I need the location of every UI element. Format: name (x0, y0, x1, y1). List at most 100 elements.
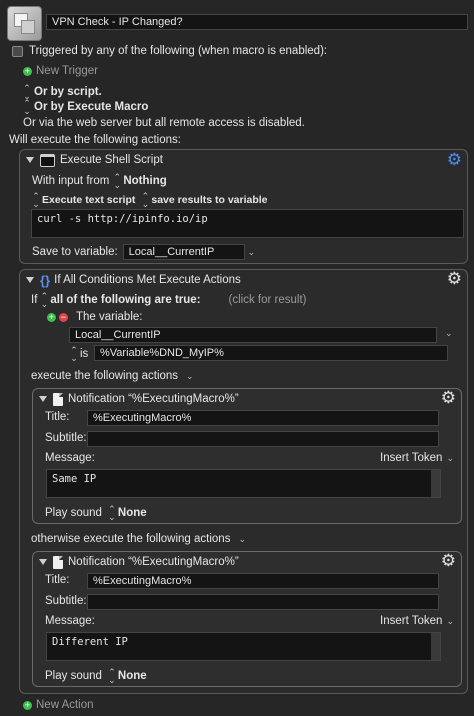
chevron-down-icon[interactable]: ⌄ (238, 534, 246, 545)
if-label: If (31, 294, 38, 306)
variable-name-field[interactable]: Local__CurrentIP (69, 327, 437, 343)
execute-following-label: execute the following actions (31, 370, 179, 382)
save-results-popup[interactable]: save results to variable (151, 194, 267, 206)
if-conditions-action[interactable]: {} If All Conditions Met Execute Actions… (19, 269, 468, 694)
web-server-note: Or via the web server but all remote acc… (23, 117, 305, 129)
new-action-button[interactable]: + New Action (23, 699, 94, 711)
insert-token-button[interactable]: Insert Token ⌄ (380, 452, 454, 464)
disclosure-triangle[interactable] (39, 396, 47, 402)
insert-token-label: Insert Token (380, 615, 443, 627)
document-icon (53, 392, 63, 406)
is-value-field[interactable]: %Variable%DND_MyIP% (94, 345, 448, 361)
message-text: Same IP (52, 473, 97, 485)
shell-title: Execute Shell Script (60, 154, 163, 166)
click-for-result[interactable]: (click for result) (229, 294, 307, 306)
script-code: curl -s http://ipinfo.io/ip (37, 213, 208, 225)
title-field[interactable]: %ExecutingMacro% (87, 410, 439, 426)
message-editor[interactable]: Same IP (46, 469, 441, 498)
if-row: If ⌃ ⌄ all of the following are true: (cl… (31, 291, 307, 309)
macro-name-field[interactable]: VPN Check - IP Changed? (46, 14, 468, 30)
insert-token-button[interactable]: Insert Token ⌄ (380, 615, 454, 627)
updown-icon: ⌃ ⌄ (113, 172, 122, 190)
new-trigger-button[interactable]: + New Trigger (23, 65, 98, 77)
minus-icon[interactable]: − (59, 312, 68, 322)
document-icon (53, 555, 63, 569)
scrollbar[interactable] (431, 633, 440, 660)
braces-icon: {} (40, 272, 51, 288)
new-trigger-label: New Trigger (36, 65, 98, 77)
new-action-label: New Action (36, 699, 94, 711)
updown-icon: ⌃ ⌄ (32, 191, 40, 209)
disclosure-triangle[interactable] (26, 277, 34, 283)
actions-header: Will execute the following actions: (9, 134, 181, 146)
plus-icon: + (23, 65, 32, 76)
message-label: Message: (45, 615, 95, 627)
chevron-down-icon[interactable]: ⌄ (248, 247, 256, 258)
macro-icon[interactable] (7, 6, 42, 41)
is-row: ⌃ ⌄ is (70, 345, 88, 363)
chevron-down-icon[interactable]: ⌄ (186, 371, 194, 382)
title-label: Title: (45, 574, 70, 586)
message-text: Different IP (52, 636, 128, 648)
or-by-script-row[interactable]: ⌃ ⌄ Or by script. (23, 84, 102, 101)
message-label: Message: (45, 452, 95, 464)
triggered-checkbox[interactable] (12, 45, 23, 57)
notification-action-1[interactable]: Notification “%ExecutingMacro%” ⚙ Title:… (32, 388, 462, 524)
play-sound-label: Play sound (45, 670, 102, 682)
condition-row: + − The variable: (47, 311, 142, 323)
save-to-label: Save to variable: (32, 246, 118, 258)
save-to-row: Save to variable: Local__CurrentIP ⌄ (32, 244, 255, 260)
chevron-down-icon: ⌄ (446, 452, 454, 463)
plus-icon[interactable]: + (47, 312, 56, 322)
otherwise-label: otherwise execute the following actions (31, 533, 231, 545)
with-input-label: With input from (32, 175, 110, 187)
chevron-down-icon[interactable]: ⌄ (445, 328, 453, 339)
disclosure-triangle[interactable] (39, 559, 47, 565)
triggered-by-row: Triggered by any of the following (when … (12, 45, 327, 57)
with-input-row: With input from ⌃ ⌄ Nothing (32, 172, 167, 190)
gear-icon[interactable]: ⚙ (447, 270, 462, 287)
execute-following-row[interactable]: execute the following actions ⌄ (31, 370, 194, 382)
gear-icon[interactable]: ⚙ (441, 389, 456, 406)
variable-label: The variable: (76, 311, 143, 323)
is-popup[interactable]: is (80, 348, 88, 360)
or-by-execute-row[interactable]: ⌃ ⌄ Or by Execute Macro (23, 98, 149, 116)
title-label: Title: (45, 411, 70, 423)
gear-icon[interactable]: ⚙ (441, 552, 456, 569)
play-sound-label: Play sound (45, 507, 102, 519)
updown-icon: ⌃ ⌄ (40, 291, 49, 309)
updown-icon: ⌃ ⌄ (23, 98, 31, 116)
subtitle-field[interactable] (87, 594, 439, 610)
play-sound-row: Play sound ⌃ ⌄ None (45, 667, 147, 685)
script-editor[interactable]: curl -s http://ipinfo.io/ip (31, 209, 464, 238)
or-by-script-label: Or by script. (34, 86, 102, 98)
scrollbar[interactable] (431, 470, 440, 497)
subtitle-label: Subtitle: (45, 432, 87, 444)
updown-icon: ⌃ ⌄ (141, 191, 150, 209)
save-to-variable-field[interactable]: Local__CurrentIP (122, 244, 245, 260)
gear-icon[interactable]: ⚙ (447, 151, 462, 168)
shell-script-action[interactable]: Execute Shell Script ⚙ With input from ⌃… (19, 149, 468, 264)
updown-icon: ⌃ ⌄ (108, 504, 116, 522)
updown-icon: ⌃ ⌄ (108, 667, 116, 685)
execute-text-popup[interactable]: Execute text script (42, 194, 135, 206)
notification-title: Notification “%ExecutingMacro%” (68, 556, 239, 568)
with-input-popup[interactable]: Nothing (123, 175, 166, 187)
otherwise-row[interactable]: otherwise execute the following actions … (31, 533, 246, 545)
disclosure-triangle[interactable] (26, 157, 34, 163)
play-sound-popup[interactable]: None (118, 670, 147, 682)
or-by-execute-label: Or by Execute Macro (34, 101, 149, 113)
subtitle-field[interactable] (87, 431, 439, 447)
updown-icon: ⌃ ⌄ (70, 345, 78, 363)
notification-title: Notification “%ExecutingMacro%” (68, 393, 239, 405)
title-field[interactable]: %ExecutingMacro% (87, 573, 439, 589)
subtitle-label: Subtitle: (45, 595, 87, 607)
triggered-by-label: Triggered by any of the following (when … (29, 45, 328, 57)
if-title: If All Conditions Met Execute Actions (54, 274, 241, 286)
message-editor[interactable]: Different IP (46, 632, 441, 661)
insert-token-label: Insert Token (380, 452, 443, 464)
all-following-popup[interactable]: all of the following are true: (50, 294, 200, 306)
plus-icon: + (23, 699, 32, 710)
notification-action-2[interactable]: Notification “%ExecutingMacro%” ⚙ Title:… (32, 551, 462, 687)
play-sound-popup[interactable]: None (118, 507, 147, 519)
